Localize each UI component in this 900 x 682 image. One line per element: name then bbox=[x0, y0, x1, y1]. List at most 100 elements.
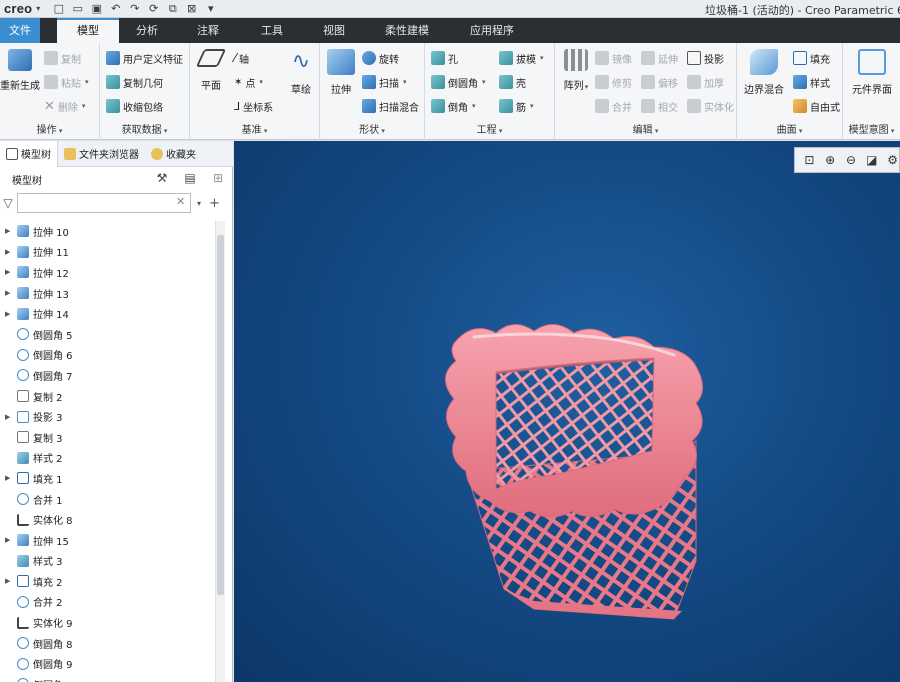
hole-button[interactable]: 孔 bbox=[431, 50, 458, 66]
regenerate-button[interactable]: 重新生成 bbox=[0, 49, 40, 92]
expand-arrow-icon[interactable]: ▶ bbox=[5, 536, 15, 544]
tree-item[interactable]: ▶ 拉伸 14 bbox=[0, 303, 216, 324]
tree-item[interactable]: 倒圆角 7 bbox=[0, 365, 216, 386]
revolve-button[interactable]: 旋转 bbox=[362, 50, 399, 66]
boundary-blend-button[interactable]: 边界混合 bbox=[739, 49, 789, 96]
regenerate-icon[interactable]: ⟳ bbox=[147, 2, 160, 15]
tab-favorites[interactable]: 收藏夹 bbox=[145, 141, 202, 167]
delete-button[interactable]: ✕ 删除 ▾ bbox=[44, 98, 85, 114]
tree-item[interactable]: ▶ 填充 1 bbox=[0, 468, 216, 489]
swept-blend-button[interactable]: 扫描混合 bbox=[362, 98, 419, 114]
customize-dropdown-icon[interactable]: ▾ bbox=[204, 2, 217, 15]
expand-arrow-icon[interactable]: ▶ bbox=[5, 413, 15, 421]
group-label-surfaces[interactable]: 曲面 bbox=[737, 121, 842, 136]
fill-button[interactable]: 填充 bbox=[793, 50, 830, 66]
tab-model[interactable]: 模型 bbox=[57, 18, 119, 43]
show-icon[interactable]: ▤ bbox=[183, 171, 197, 185]
open-folder-icon[interactable]: ▭ bbox=[71, 2, 84, 15]
mirror-button[interactable]: 镜像 bbox=[595, 50, 632, 66]
tab-annotate[interactable]: 注释 bbox=[175, 18, 241, 43]
tree-filter-icon[interactable]: ⊞ bbox=[211, 171, 225, 185]
expand-arrow-icon[interactable]: ▶ bbox=[5, 268, 15, 276]
expand-arrow-icon[interactable]: ▶ bbox=[5, 474, 15, 482]
tree-item[interactable]: ▶ 投影 3 bbox=[0, 406, 216, 427]
merge-button[interactable]: 合并 bbox=[595, 98, 632, 114]
rib-button[interactable]: 筋 ▾ bbox=[499, 98, 534, 114]
thicken-button[interactable]: 加厚 bbox=[687, 74, 724, 90]
funnel-icon[interactable]: ▽ bbox=[0, 196, 16, 210]
expand-arrow-icon[interactable]: ▶ bbox=[5, 577, 15, 585]
tab-applications[interactable]: 应用程序 bbox=[449, 18, 535, 43]
graphics-viewport[interactable]: ⊡ ⊕ ⊖ ◪ ⚙ bbox=[234, 141, 900, 682]
tab-model-tree[interactable]: 模型树 bbox=[0, 140, 58, 167]
tree-item[interactable]: 倒圆角 5 bbox=[0, 324, 216, 345]
group-label-get-data[interactable]: 获取数据 bbox=[100, 121, 189, 136]
tree-item[interactable]: 实体化 9 bbox=[0, 612, 216, 633]
search-dropdown-icon[interactable]: ▾ bbox=[197, 199, 201, 208]
tree-item[interactable]: 倒圆角 6 bbox=[0, 345, 216, 366]
tree-item[interactable]: 倒圆角 8 bbox=[0, 633, 216, 654]
tree-search-input[interactable] bbox=[17, 193, 191, 213]
copy-geometry-button[interactable]: 复制几何 bbox=[106, 74, 163, 90]
windows-icon[interactable]: ⧉ bbox=[166, 2, 179, 15]
tab-analysis[interactable]: 分析 bbox=[119, 18, 175, 43]
component-interface-button[interactable]: 元件界面 bbox=[845, 49, 899, 96]
tree-item[interactable]: 合并 2 bbox=[0, 592, 216, 613]
redo-icon[interactable]: ↷ bbox=[128, 2, 141, 15]
tree-item[interactable]: 实体化 8 bbox=[0, 509, 216, 530]
logo-dropdown-icon[interactable]: ▾ bbox=[36, 4, 40, 13]
copy-button[interactable]: 复制 bbox=[44, 50, 81, 66]
tree-item[interactable]: 复制 3 bbox=[0, 427, 216, 448]
group-label-model-intent[interactable]: 模型意图 bbox=[843, 121, 900, 136]
offset-button[interactable]: 偏移 bbox=[641, 74, 678, 90]
plane-button[interactable]: 平面 bbox=[192, 49, 230, 92]
settings-icon[interactable]: ⚒ bbox=[155, 171, 169, 185]
group-label-shapes[interactable]: 形状 bbox=[320, 121, 424, 136]
expand-arrow-icon[interactable]: ▶ bbox=[5, 248, 15, 256]
group-label-datum[interactable]: 基准 bbox=[190, 121, 319, 136]
tab-view[interactable]: 视图 bbox=[303, 18, 365, 43]
group-label-engineering[interactable]: 工程 bbox=[425, 121, 554, 136]
trim-button[interactable]: 修剪 bbox=[595, 74, 632, 90]
tree-item[interactable]: 样式 3 bbox=[0, 551, 216, 572]
sketch-button[interactable]: ∿ 草绘 bbox=[282, 49, 320, 96]
tab-folder-browser[interactable]: 文件夹浏览器 bbox=[58, 141, 145, 167]
csys-button[interactable]: ⅃ 坐标系 bbox=[234, 98, 273, 114]
solidify-button[interactable]: 实体化 bbox=[687, 98, 734, 114]
tree-item[interactable]: 合并 1 bbox=[0, 489, 216, 510]
trash-can-model[interactable] bbox=[234, 141, 900, 682]
tab-flexible-modeling[interactable]: 柔性建模 bbox=[365, 18, 449, 43]
tree-item[interactable]: 复制 2 bbox=[0, 386, 216, 407]
extrude-button[interactable]: 拉伸 bbox=[322, 49, 360, 96]
udf-button[interactable]: 用户定义特征 bbox=[106, 50, 183, 66]
tree-item[interactable]: 倒圆角 10 bbox=[0, 674, 216, 682]
tree-item[interactable]: 样式 2 bbox=[0, 448, 216, 469]
save-icon[interactable]: ▣ bbox=[90, 2, 103, 15]
tree-item[interactable]: ▶ 拉伸 12 bbox=[0, 262, 216, 283]
tree-item[interactable]: ▶ 填充 2 bbox=[0, 571, 216, 592]
extend-button[interactable]: 延伸 bbox=[641, 50, 678, 66]
paste-button[interactable]: 粘贴 ▾ bbox=[44, 74, 89, 90]
style-button[interactable]: 样式 bbox=[793, 74, 830, 90]
tree-item[interactable]: ▶ 拉伸 11 bbox=[0, 242, 216, 263]
pattern-button[interactable]: 阵列▾ bbox=[557, 49, 595, 92]
tree-item[interactable]: 倒圆角 9 bbox=[0, 653, 216, 674]
project-button[interactable]: 投影 bbox=[687, 50, 724, 66]
point-button[interactable]: ✶ 点 ▾ bbox=[234, 74, 263, 90]
expand-arrow-icon[interactable]: ▶ bbox=[5, 310, 15, 318]
tab-file[interactable]: 文件 bbox=[0, 18, 40, 43]
sweep-button[interactable]: 扫描 ▾ bbox=[362, 74, 407, 90]
new-file-icon[interactable]: □ bbox=[52, 2, 65, 15]
group-label-operations[interactable]: 操作 bbox=[0, 121, 99, 136]
tab-tools[interactable]: 工具 bbox=[241, 18, 303, 43]
undo-icon[interactable]: ↶ bbox=[109, 2, 122, 15]
add-filter-icon[interactable]: + bbox=[209, 196, 220, 211]
group-label-editing[interactable]: 编辑 bbox=[555, 121, 736, 136]
shrinkwrap-button[interactable]: 收缩包络 bbox=[106, 98, 163, 114]
chamfer-button[interactable]: 倒角 ▾ bbox=[431, 98, 476, 114]
close-window-icon[interactable]: ⊠ bbox=[185, 2, 198, 15]
tree-scrollbar-thumb[interactable] bbox=[217, 235, 224, 595]
tree-item[interactable]: ▶ 拉伸 15 bbox=[0, 530, 216, 551]
freestyle-button[interactable]: 自由式 bbox=[793, 98, 840, 114]
draft-button[interactable]: 拔模 ▾ bbox=[499, 50, 544, 66]
